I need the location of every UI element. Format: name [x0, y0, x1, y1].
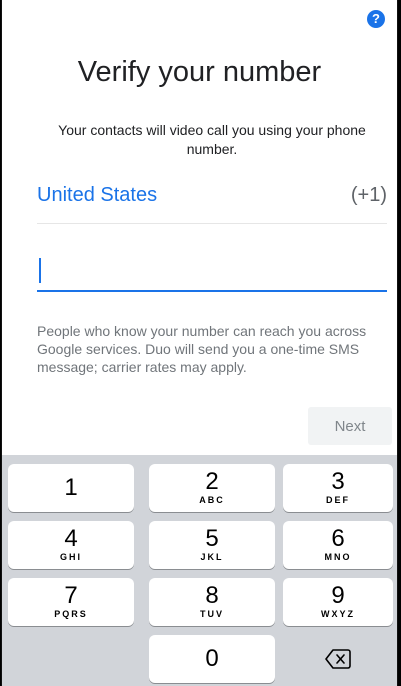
key-4[interactable]: 4 GHI [8, 521, 134, 569]
country-name: United States [37, 184, 158, 206]
key-digit: 9 [331, 582, 345, 609]
phone-number-field[interactable] [37, 252, 387, 292]
key-8[interactable]: 8 TUV [149, 578, 275, 626]
key-digit: 1 [64, 474, 78, 501]
key-digit: 4 [64, 525, 78, 552]
key-0[interactable]: 0 [149, 635, 275, 683]
key-digit: 5 [205, 525, 219, 552]
verify-number-screen: ? Verify your number Your contacts will … [1, 0, 398, 686]
key-5[interactable]: 5 JKL [149, 521, 275, 569]
key-digit: 7 [64, 582, 78, 609]
key-3[interactable]: 3 DEF [283, 464, 393, 512]
key-letters: MNO [324, 552, 352, 562]
key-letters: ABC [199, 495, 225, 505]
key-6[interactable]: 6 MNO [283, 521, 393, 569]
country-selector[interactable]: United States (+1) [37, 180, 387, 224]
disclaimer-text: People who know your number can reach yo… [37, 323, 367, 375]
key-letters: DEF [326, 495, 350, 505]
key-7[interactable]: 7 PQRS [8, 578, 134, 626]
help-icon[interactable]: ? [367, 10, 385, 28]
page-title: Verify your number [77, 56, 322, 88]
backspace-icon [325, 649, 351, 669]
key-digit: 3 [331, 468, 345, 495]
key-letters: TUV [200, 609, 224, 619]
numeric-keypad: 1 2 ABC 3 DEF 4 GHI 5 JKL 6 MNO 7 PQRS 8 [2, 455, 397, 686]
key-digit: 0 [205, 645, 219, 672]
key-2[interactable]: 2 ABC [149, 464, 275, 512]
key-letters: JKL [200, 552, 224, 562]
key-digit: 2 [205, 468, 219, 495]
key-9[interactable]: 9 WXYZ [283, 578, 393, 626]
text-cursor [39, 258, 41, 283]
key-1[interactable]: 1 [8, 464, 134, 512]
key-letters: WXYZ [321, 609, 355, 619]
next-button[interactable]: Next [308, 407, 392, 445]
key-digit: 8 [205, 582, 219, 609]
key-digit: 6 [331, 525, 345, 552]
page-subtitle: Your contacts will video call you using … [58, 122, 366, 157]
phone-number-input[interactable] [37, 252, 387, 288]
backspace-key[interactable] [275, 635, 397, 683]
key-letters: GHI [59, 552, 82, 562]
country-code: (+1) [350, 184, 387, 206]
key-letters: PQRS [54, 609, 88, 619]
